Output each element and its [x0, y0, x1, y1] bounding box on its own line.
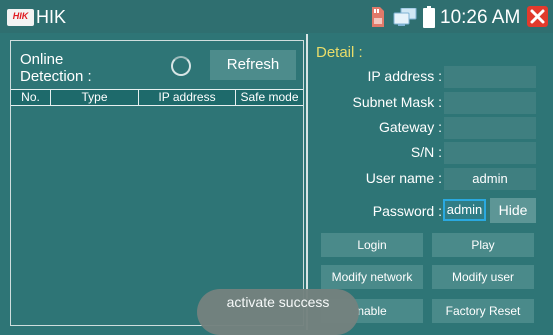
- modify-user-button[interactable]: Modify user: [432, 265, 534, 289]
- network-icon: [393, 7, 417, 32]
- ip-address-row: IP address :: [310, 66, 546, 88]
- hik-logo: HIK: [7, 9, 34, 26]
- close-icon: [530, 9, 545, 24]
- sd-card-icon: [370, 7, 384, 32]
- logo-text: HIK: [12, 11, 29, 21]
- column-header-type[interactable]: Type: [51, 90, 139, 105]
- user-name-field[interactable]: admin: [444, 168, 536, 190]
- toast-message: activate success: [226, 294, 330, 310]
- column-header-ip-address[interactable]: IP address: [139, 90, 236, 105]
- ip-address-label: IP address :: [367, 68, 442, 84]
- clock: 10:26 AM: [440, 7, 521, 28]
- online-detection-panel: Online Detection : Refresh No. Type IP a…: [10, 40, 304, 326]
- loading-spinner-icon: [171, 56, 191, 76]
- password-field[interactable]: admin: [443, 199, 486, 221]
- factory-reset-button[interactable]: Factory Reset: [432, 299, 534, 323]
- subnet-mask-row: Subnet Mask :: [310, 92, 546, 114]
- serial-number-label: S/N :: [410, 144, 442, 160]
- ip-address-field[interactable]: [444, 66, 536, 88]
- subnet-mask-field[interactable]: [444, 92, 536, 114]
- online-label-line1: Online: [20, 51, 64, 68]
- gateway-label: Gateway :: [378, 119, 442, 135]
- password-label: Password :: [372, 203, 442, 219]
- hide-password-button[interactable]: Hide: [490, 198, 536, 223]
- close-button[interactable]: [527, 6, 548, 27]
- activate-success-toast: activate success: [197, 289, 359, 335]
- battery-icon: [423, 6, 435, 33]
- gateway-row: Gateway :: [310, 117, 546, 139]
- refresh-button[interactable]: Refresh: [210, 50, 296, 80]
- column-header-no[interactable]: No.: [11, 90, 51, 105]
- app-title: HIK: [36, 7, 67, 27]
- modify-network-button[interactable]: Modify network: [321, 265, 423, 289]
- user-name-row: User name : admin: [310, 168, 546, 190]
- play-button[interactable]: Play: [432, 233, 534, 257]
- detail-title: Detail :: [316, 44, 363, 61]
- column-header-safe-mode[interactable]: Safe mode: [236, 90, 303, 105]
- subnet-mask-label: Subnet Mask :: [352, 94, 443, 110]
- serial-number-field[interactable]: [444, 142, 536, 164]
- login-button[interactable]: Login: [321, 233, 423, 257]
- online-detection-label: Online Detection :: [20, 51, 92, 85]
- serial-number-row: S/N :: [310, 142, 546, 164]
- online-label-line2: Detection :: [20, 68, 92, 85]
- panel-divider: [306, 34, 308, 330]
- gateway-field[interactable]: [444, 117, 536, 139]
- title-bar: HIK HIK 10:26 AM: [0, 0, 553, 33]
- device-table-header: No. Type IP address Safe mode: [11, 89, 303, 106]
- user-name-label: User name :: [365, 170, 442, 186]
